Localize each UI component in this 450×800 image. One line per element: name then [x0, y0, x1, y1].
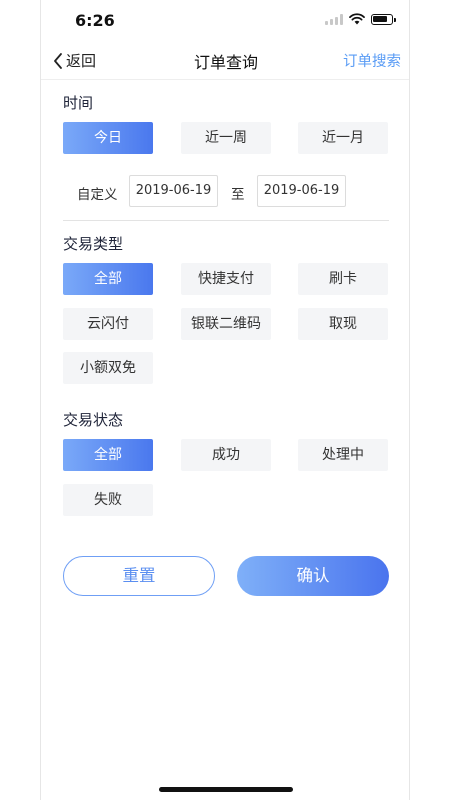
time-option-week[interactable]: 近一周: [181, 122, 271, 154]
status-option-all[interactable]: 全部: [63, 439, 153, 471]
battery-level: [373, 15, 387, 22]
home-indicator[interactable]: [159, 787, 293, 792]
type-option-unionpay-qr[interactable]: 银联二维码: [181, 308, 271, 340]
type-option-quickpay[interactable]: 快捷支付: [181, 263, 271, 295]
status-section-title: 交易状态: [63, 411, 124, 429]
nav-bar: 返回 订单查询 订单搜索: [41, 40, 409, 80]
time-option-month[interactable]: 近一月: [298, 122, 388, 154]
time-section-title: 时间: [63, 94, 94, 112]
signal-icon: [325, 13, 343, 25]
type-option-card[interactable]: 刷卡: [298, 263, 388, 295]
type-section-title: 交易类型: [63, 235, 124, 253]
status-option-failed[interactable]: 失败: [63, 484, 153, 516]
type-option-small-free[interactable]: 小额双免: [63, 352, 153, 384]
reset-button[interactable]: 重置: [63, 556, 215, 596]
type-option-all[interactable]: 全部: [63, 263, 153, 295]
order-search-link[interactable]: 订单搜索: [343, 50, 401, 71]
divider: [63, 220, 389, 221]
time-option-today[interactable]: 今日: [63, 122, 153, 154]
status-time: 6:26: [75, 11, 115, 30]
status-option-processing[interactable]: 处理中: [298, 439, 388, 471]
type-option-cloudpay[interactable]: 云闪付: [63, 308, 153, 340]
start-date-field[interactable]: 2019-06-19: [129, 175, 218, 207]
wifi-icon: [349, 13, 365, 25]
status-bar: 6:26: [41, 0, 409, 40]
status-option-success[interactable]: 成功: [181, 439, 271, 471]
status-icons: [325, 13, 396, 25]
to-label: 至: [231, 187, 245, 203]
confirm-button[interactable]: 确认: [237, 556, 389, 596]
end-date-field[interactable]: 2019-06-19: [257, 175, 346, 207]
custom-range-label: 自定义: [77, 187, 118, 203]
type-option-cash[interactable]: 取现: [298, 308, 388, 340]
battery-icon: [371, 13, 396, 25]
phone-screen: 6:26 返回 订单查询 订单搜索 时间 今日 近一周 近一月 自定义 2019…: [40, 0, 410, 800]
